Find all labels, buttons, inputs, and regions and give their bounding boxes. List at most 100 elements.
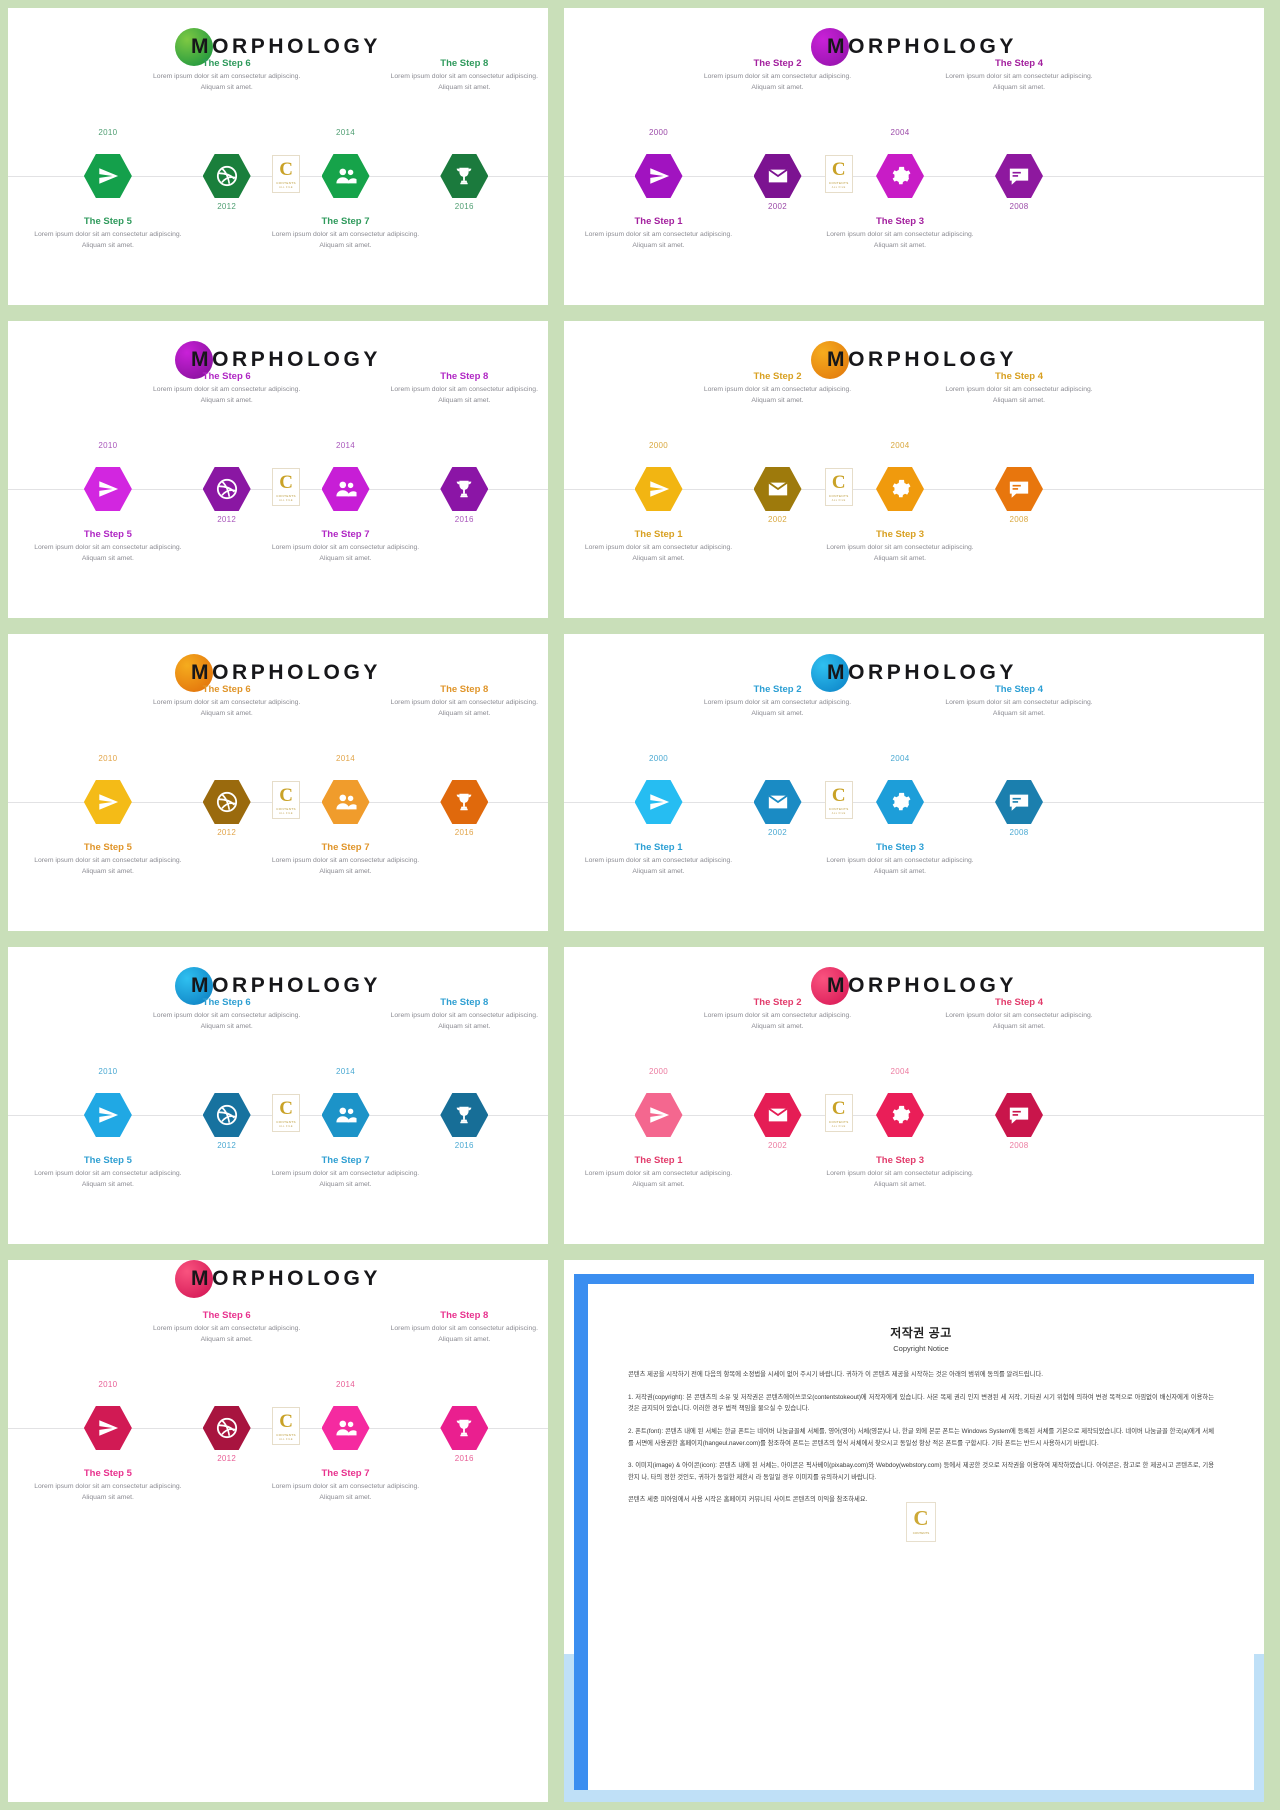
node-description: Lorem ipsum dolor sit am consectetur adi… — [153, 1012, 301, 1030]
hexagon-badge[interactable] — [83, 154, 132, 198]
hexagon-badge[interactable] — [202, 1093, 251, 1137]
hexagon-badge[interactable] — [321, 154, 370, 198]
hexagon-badge[interactable] — [440, 780, 489, 824]
node-description: Lorem ipsum dolor sit am consectetur adi… — [271, 857, 420, 875]
node-year: 2012 — [217, 202, 237, 211]
node-year: 2010 — [98, 128, 118, 137]
hexagon-badge[interactable] — [202, 1406, 251, 1450]
node-text-block: The Step 2 Lorem ipsum dolor sit am conse… — [693, 58, 863, 93]
watermark-letter: C — [279, 471, 293, 493]
node-description: Lorem ipsum dolor sit am consectetur adi… — [703, 699, 852, 717]
node-year: 2014 — [336, 1380, 355, 1389]
envelope-icon — [753, 467, 802, 511]
node-step-title: The Step 1 — [634, 842, 683, 853]
slide-orange-steps-1-4[interactable]: MORPHOLOGY 2000 The Step 1 Lorem ipsum dolo… — [564, 321, 1264, 618]
contents-watermark-logo: C CONTENTS ALL FILE — [272, 781, 301, 819]
hexagon-badge[interactable] — [634, 1093, 683, 1137]
hexagon-badge[interactable] — [321, 780, 370, 824]
watermark-letter: C — [279, 1097, 293, 1119]
slide-magenta-steps-5-8[interactable]: MORPHOLOGY 2010 The Step 5 Lorem ipsum dolo… — [8, 1260, 548, 1802]
hexagon-badge[interactable] — [634, 467, 683, 511]
hexagon-badge[interactable] — [202, 467, 251, 511]
hexagon-badge[interactable] — [440, 1093, 489, 1137]
copyright-paragraph: 콘텐츠 제공을 시작하기 전에 다음의 항목에 소정법을 시세이 없어 주시기 … — [628, 1371, 1044, 1378]
node-description: Lorem ipsum dolor sit am consectetur adi… — [34, 1170, 182, 1188]
hexagon-badge[interactable] — [83, 467, 132, 511]
node-step-title: The Step 8 — [440, 58, 489, 69]
watermark-line1: CONTENTS — [276, 180, 296, 185]
hexagon-badge[interactable] — [321, 467, 370, 511]
hexagon-badge[interactable] — [753, 1093, 802, 1137]
node-step-title: The Step 6 — [202, 58, 251, 69]
node-step-title: The Step 6 — [202, 684, 251, 695]
node-description: Lorem ipsum dolor sit am consectetur adi… — [826, 544, 974, 562]
node-text-block: The Step 8 Lorem ipsum dolor sit am conse… — [379, 684, 548, 719]
node-text-block: The Step 7 Lorem ipsum dolor sit am conse… — [261, 529, 431, 564]
hexagon-badge[interactable] — [321, 1406, 370, 1450]
node-step-title: The Step 6 — [202, 997, 251, 1008]
node-text-block: The Step 1 Lorem ipsum dolor sit am conse… — [574, 1155, 744, 1190]
copyright-notice-slide[interactable]: 저작권 공고 Copyright Notice 콘텐츠 제공을 시작하기 전에 다음… — [564, 1260, 1264, 1802]
hexagon-badge[interactable] — [995, 154, 1043, 198]
node-text-block: The Step 4 Lorem ipsum dolor sit am conse… — [934, 58, 1104, 93]
hexagon-badge[interactable] — [876, 154, 924, 198]
hexagon-badge[interactable] — [753, 467, 802, 511]
node-year: 2012 — [217, 828, 237, 837]
watermark-line2: ALL FILE — [831, 1124, 846, 1128]
node-text-block: The Step 6 Lorem ipsum dolor sit am conse… — [142, 997, 312, 1032]
watermark-line1: CONTENTS — [276, 806, 296, 811]
hexagon-badge[interactable] — [83, 780, 132, 824]
hexagon-badge[interactable] — [995, 780, 1043, 824]
watermark-line2: ALL FILE — [279, 811, 294, 815]
hexagon-badge[interactable] — [876, 467, 924, 511]
slide-amber-steps-5-8[interactable]: MORPHOLOGY 2010 The Step 5 Lorem ipsum dolo… — [8, 634, 548, 931]
contents-watermark-logo: C CONTENTS ALL FILE — [824, 468, 853, 506]
watermark-line1: CONTENTS — [828, 180, 849, 185]
users-icon — [321, 780, 370, 824]
hexagon-badge[interactable] — [876, 1093, 924, 1137]
node-year: 2004 — [890, 441, 910, 450]
hexagon-badge[interactable] — [440, 154, 489, 198]
hexagon-badge[interactable] — [634, 154, 683, 198]
slide-cyan-steps-1-4[interactable]: MORPHOLOGY 2000 The Step 1 Lorem ipsum dolo… — [564, 634, 1264, 931]
hexagon-badge[interactable] — [753, 780, 802, 824]
hexagon-badge[interactable] — [440, 1406, 489, 1450]
copyright-title-en: Copyright Notice — [893, 1344, 949, 1353]
hexagon-badge[interactable] — [440, 467, 489, 511]
node-year: 2008 — [1009, 1141, 1029, 1150]
trophy-icon — [440, 780, 489, 824]
hexagon-badge[interactable] — [202, 780, 251, 824]
node-step-title: The Step 2 — [753, 997, 802, 1008]
slide-rose-steps-1-4[interactable]: MORPHOLOGY 2000 The Step 1 Lorem ipsum dolo… — [564, 947, 1264, 1244]
hexagon-badge[interactable] — [202, 154, 251, 198]
users-icon — [321, 467, 370, 511]
node-text-block: The Step 5 Lorem ipsum dolor sit am conse… — [23, 1155, 193, 1190]
node-year: 2008 — [1009, 202, 1029, 211]
slide-purple-steps-1-4[interactable]: MORPHOLOGY 2000 The Step 1 Lorem ipsum dolo… — [564, 8, 1264, 305]
node-step-title: The Step 3 — [875, 1155, 925, 1166]
hexagon-badge[interactable] — [876, 780, 924, 824]
hexagon-badge[interactable] — [83, 1093, 132, 1137]
node-step-title: The Step 2 — [753, 58, 802, 69]
node-year: 2002 — [768, 515, 787, 524]
paper-plane-icon — [634, 780, 683, 824]
node-description: Lorem ipsum dolor sit am consectetur adi… — [584, 231, 733, 249]
contents-watermark-logo: C CONTENTS ALL FILE — [272, 155, 301, 193]
node-step-title: The Step 5 — [83, 842, 132, 853]
node-year: 2010 — [98, 754, 118, 763]
hexagon-badge[interactable] — [995, 467, 1043, 511]
hexagon-badge[interactable] — [634, 780, 683, 824]
hexagon-badge[interactable] — [83, 1406, 132, 1450]
slide-violet-steps-5-8[interactable]: MORPHOLOGY 2010 The Step 5 Lorem ipsum dolo… — [8, 321, 548, 618]
node-description: Lorem ipsum dolor sit am consectetur adi… — [945, 73, 1093, 91]
slide-blue-steps-5-8[interactable]: MORPHOLOGY 2010 The Step 5 Lorem ipsum dolo… — [8, 947, 548, 1244]
hexagon-badge[interactable] — [753, 154, 802, 198]
node-step-title: The Step 7 — [321, 216, 370, 227]
hexagon-badge[interactable] — [321, 1093, 370, 1137]
slide-green-steps-5-8[interactable]: MORPHOLOGY 2010 The Step 5 Lorem ipsum dolo… — [8, 8, 548, 305]
node-text-block: The Step 8 Lorem ipsum dolor sit am conse… — [379, 371, 548, 406]
node-text-block: The Step 8 Lorem ipsum dolor sit am conse… — [379, 997, 548, 1032]
hexagon-badge[interactable] — [995, 1093, 1043, 1137]
node-description: Lorem ipsum dolor sit am consectetur adi… — [703, 1012, 852, 1030]
logo-text: MORPHOLOGY — [190, 348, 381, 371]
